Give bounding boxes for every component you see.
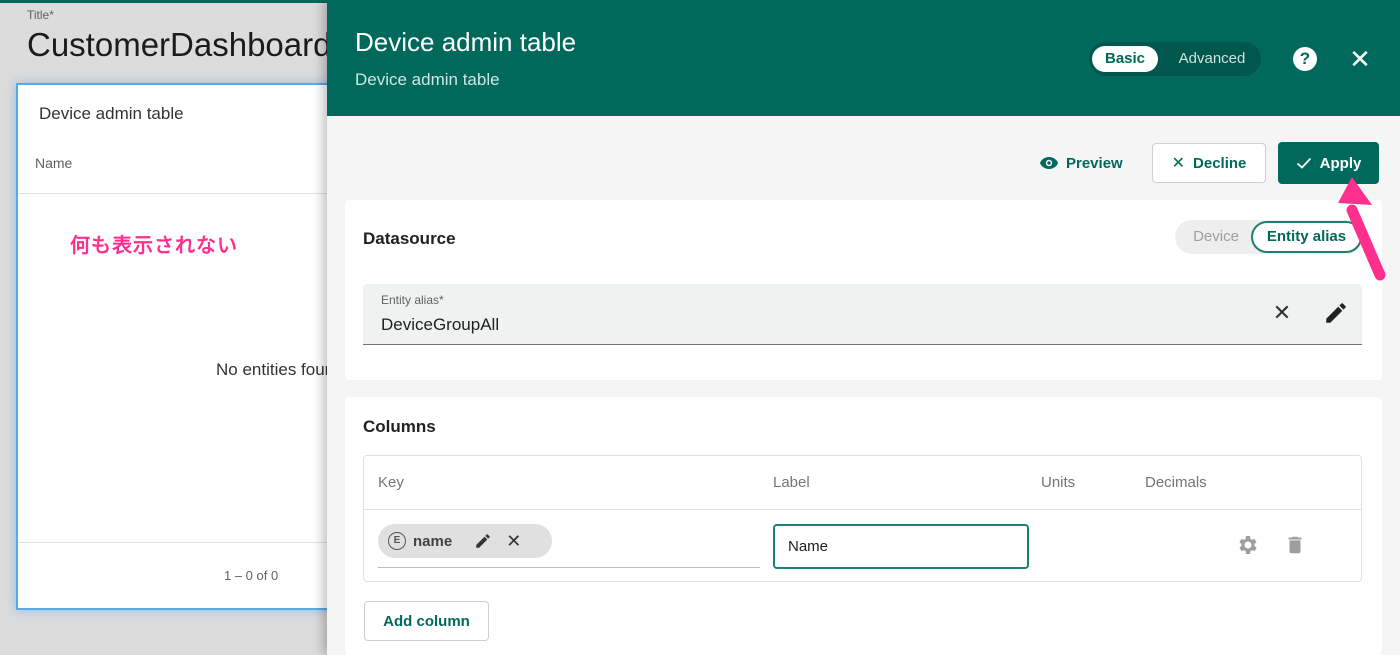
- key-chip[interactable]: E name ✕: [378, 524, 552, 558]
- dashboard-top-accent: [0, 0, 340, 3]
- datasource-type-entity-alias[interactable]: Entity alias: [1251, 221, 1362, 253]
- help-circle-icon[interactable]: ?: [1293, 47, 1317, 71]
- mode-basic-button[interactable]: Basic: [1092, 46, 1158, 72]
- columns-table: Key Label Units Decimals E name ✕: [363, 455, 1362, 582]
- widget-column-header-name[interactable]: Name: [35, 155, 72, 171]
- device-admin-table-widget[interactable]: Device admin table Name 何も表示されない No enti…: [16, 83, 348, 610]
- dialog-title: Device admin table: [355, 27, 577, 57]
- table-header-divider: [364, 509, 1361, 510]
- annotation-text: 何も表示されない: [70, 235, 238, 257]
- column-header-key: Key: [378, 474, 404, 491]
- dialog-header: Device admin table Device admin table Ba…: [327, 0, 1400, 116]
- entity-field-icon: E: [388, 532, 406, 550]
- widget-empty-message: No entities found: [216, 360, 344, 379]
- dashboard-title-label: Title*: [27, 8, 54, 22]
- column-header-label: Label: [773, 474, 810, 491]
- dialog-subtitle: Device admin table: [355, 70, 500, 89]
- pencil-icon[interactable]: [1323, 300, 1349, 326]
- widget-title: Device admin table: [39, 104, 184, 123]
- key-field-underline: [378, 567, 760, 568]
- widget-edit-dialog: Device admin table Device admin table Ba…: [327, 0, 1400, 655]
- trash-icon[interactable]: [1284, 533, 1306, 557]
- key-chip-label: name: [413, 532, 453, 550]
- widget-pagination-info: 1 – 0 of 0: [224, 568, 279, 583]
- datasource-type-device[interactable]: Device: [1181, 224, 1251, 250]
- remove-chip-icon[interactable]: ✕: [506, 531, 521, 552]
- gear-icon[interactable]: [1236, 533, 1260, 557]
- mode-advanced-button[interactable]: Advanced: [1169, 46, 1255, 72]
- columns-title: Columns: [363, 417, 436, 436]
- close-icon[interactable]: ✕: [1345, 44, 1375, 74]
- column-header-units: Units: [1041, 474, 1076, 491]
- clear-icon[interactable]: ✕: [1269, 300, 1295, 326]
- preview-button[interactable]: Preview: [1039, 144, 1139, 182]
- widget-header-divider: [18, 193, 348, 194]
- datasource-card: Datasource Device Entity alias Entity al…: [345, 200, 1382, 380]
- datasource-type-toggle: Device Entity alias: [1175, 220, 1363, 254]
- column-header-decimals: Decimals: [1145, 474, 1207, 491]
- apply-label: Apply: [1319, 154, 1362, 172]
- dashboard-background: Title* CustomerDashboard Device admin ta…: [0, 0, 348, 655]
- apply-button[interactable]: Apply: [1278, 142, 1379, 184]
- columns-card: Columns Key Label Units Decimals E name …: [345, 397, 1382, 655]
- eye-icon: [1040, 157, 1058, 169]
- add-column-button[interactable]: Add column: [364, 601, 489, 641]
- preview-label: Preview: [1066, 154, 1123, 172]
- pencil-icon[interactable]: [474, 532, 492, 550]
- entity-alias-field[interactable]: Entity alias* DeviceGroupAll ✕: [363, 284, 1362, 345]
- decline-button[interactable]: ✕ Decline: [1152, 143, 1266, 183]
- column-label-input[interactable]: [773, 524, 1029, 569]
- check-icon: [1296, 157, 1311, 169]
- entity-alias-label: Entity alias*: [381, 293, 444, 307]
- entity-alias-value[interactable]: DeviceGroupAll: [381, 315, 499, 335]
- mode-toggle: Basic Advanced: [1089, 42, 1261, 76]
- close-icon: ✕: [1171, 155, 1186, 172]
- datasource-title: Datasource: [363, 229, 456, 248]
- widget-footer-divider: [18, 542, 348, 543]
- dashboard-title-input[interactable]: CustomerDashboard: [27, 26, 340, 64]
- decline-label: Decline: [1193, 154, 1247, 172]
